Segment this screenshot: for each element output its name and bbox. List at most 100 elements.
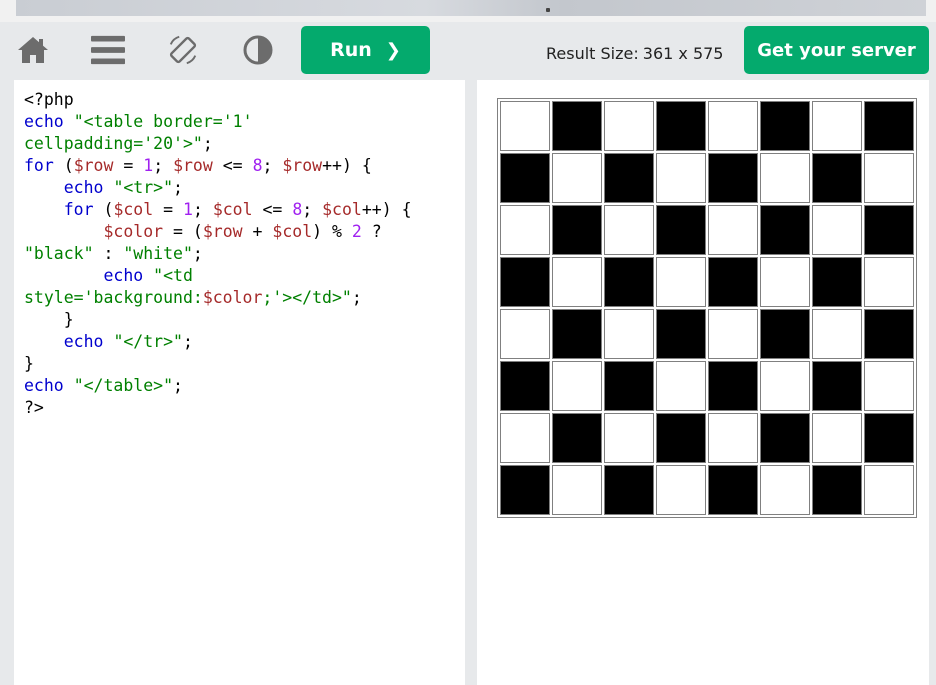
result-size-label: Result Size: bbox=[546, 44, 639, 63]
board-cell bbox=[708, 413, 758, 463]
board-cell bbox=[760, 309, 810, 359]
board-cell bbox=[864, 309, 914, 359]
board-cell bbox=[552, 257, 602, 307]
result-frame bbox=[477, 80, 929, 685]
board-cell bbox=[864, 257, 914, 307]
board-cell bbox=[604, 153, 654, 203]
code-line: } bbox=[24, 310, 74, 329]
board-cell bbox=[708, 153, 758, 203]
board-cell bbox=[708, 465, 758, 515]
board-cell bbox=[812, 257, 862, 307]
code-line: "black" : "white"; bbox=[24, 244, 203, 263]
get-your-server-button[interactable]: Get your server bbox=[744, 26, 929, 74]
board-cell bbox=[500, 257, 550, 307]
board-cell bbox=[708, 309, 758, 359]
board-cell bbox=[760, 101, 810, 151]
board-cell bbox=[708, 361, 758, 411]
code-line: echo "</table>"; bbox=[24, 376, 183, 395]
top-banner bbox=[0, 0, 936, 22]
code-line: ?> bbox=[24, 398, 44, 417]
board-cell bbox=[656, 361, 706, 411]
board-cell bbox=[864, 465, 914, 515]
board-row bbox=[500, 309, 914, 359]
result-table-wrap bbox=[497, 98, 918, 534]
board-cell bbox=[812, 205, 862, 255]
code-content[interactable]: <?php echo "<table border='1' cellpadding=… bbox=[24, 89, 412, 419]
board-cell bbox=[604, 205, 654, 255]
board-cell bbox=[760, 413, 810, 463]
board-row bbox=[500, 153, 914, 203]
board-cell bbox=[656, 413, 706, 463]
board-cell bbox=[604, 309, 654, 359]
board-row bbox=[500, 205, 914, 255]
code-line: } bbox=[24, 354, 34, 373]
board-cell bbox=[552, 465, 602, 515]
board-cell bbox=[864, 153, 914, 203]
board-cell bbox=[812, 361, 862, 411]
code-line: echo "<tr>"; bbox=[63, 178, 183, 197]
rotate-icon[interactable] bbox=[166, 34, 200, 66]
run-button[interactable]: Run ❯ bbox=[301, 26, 430, 74]
board-cell bbox=[708, 101, 758, 151]
board-cell bbox=[604, 413, 654, 463]
result-size: Result Size: 361 x 575 bbox=[546, 44, 723, 63]
home-icon[interactable] bbox=[16, 34, 50, 66]
board-cell bbox=[500, 361, 550, 411]
banner-image bbox=[16, 0, 926, 16]
board-cell bbox=[864, 361, 914, 411]
board-cell bbox=[812, 465, 862, 515]
board-cell bbox=[656, 465, 706, 515]
code-line: for ($row = 1; $row <= 8; $row++) { bbox=[24, 156, 372, 175]
code-line: cellpadding='20'>"; bbox=[24, 134, 213, 153]
toolbar: Run ❯ Result Size: 361 x 575 Get your ser… bbox=[0, 22, 936, 78]
code-line: for ($col = 1; $col <= 8; $col++) { bbox=[63, 200, 412, 219]
board-cell bbox=[552, 413, 602, 463]
board-cell bbox=[656, 153, 706, 203]
checkerboard-table bbox=[497, 98, 917, 518]
code-line: <?php bbox=[24, 90, 74, 109]
board-cell bbox=[500, 205, 550, 255]
board-cell bbox=[552, 101, 602, 151]
board-cell bbox=[864, 205, 914, 255]
board-cell bbox=[812, 309, 862, 359]
code-editor[interactable]: <?php echo "<table border='1' cellpadding=… bbox=[14, 80, 465, 685]
board-cell bbox=[760, 465, 810, 515]
board-cell bbox=[864, 101, 914, 151]
board-cell bbox=[552, 153, 602, 203]
board-cell bbox=[552, 361, 602, 411]
result-size-value: 361 x 575 bbox=[642, 44, 724, 63]
board-cell bbox=[760, 361, 810, 411]
board-cell bbox=[500, 153, 550, 203]
code-line: style='background:$color;'></td>"; bbox=[24, 288, 362, 307]
board-cell bbox=[604, 465, 654, 515]
board-cell bbox=[500, 465, 550, 515]
board-cell bbox=[656, 205, 706, 255]
board-cell bbox=[864, 413, 914, 463]
board-row bbox=[500, 361, 914, 411]
contrast-icon[interactable] bbox=[241, 34, 275, 66]
board-cell bbox=[656, 309, 706, 359]
board-cell bbox=[500, 413, 550, 463]
board-cell bbox=[656, 101, 706, 151]
board-cell bbox=[500, 309, 550, 359]
board-row bbox=[500, 413, 914, 463]
board-row bbox=[500, 465, 914, 515]
code-line: echo "</tr>"; bbox=[63, 332, 193, 351]
board-row bbox=[500, 257, 914, 307]
code-line: $color = ($row + $col) % 2 ? bbox=[103, 222, 382, 241]
board-cell bbox=[604, 257, 654, 307]
code-line: echo "<td bbox=[103, 266, 193, 285]
board-cell bbox=[708, 257, 758, 307]
board-cell bbox=[552, 309, 602, 359]
board-cell bbox=[604, 361, 654, 411]
board-cell bbox=[760, 153, 810, 203]
code-line: echo "<table border='1' bbox=[24, 112, 253, 131]
chevron-right-icon: ❯ bbox=[385, 39, 401, 61]
board-cell bbox=[812, 413, 862, 463]
menu-icon[interactable] bbox=[91, 34, 125, 66]
board-cell bbox=[812, 101, 862, 151]
board-cell bbox=[760, 205, 810, 255]
run-label: Run bbox=[330, 39, 372, 61]
board-cell bbox=[708, 205, 758, 255]
board-cell bbox=[552, 205, 602, 255]
